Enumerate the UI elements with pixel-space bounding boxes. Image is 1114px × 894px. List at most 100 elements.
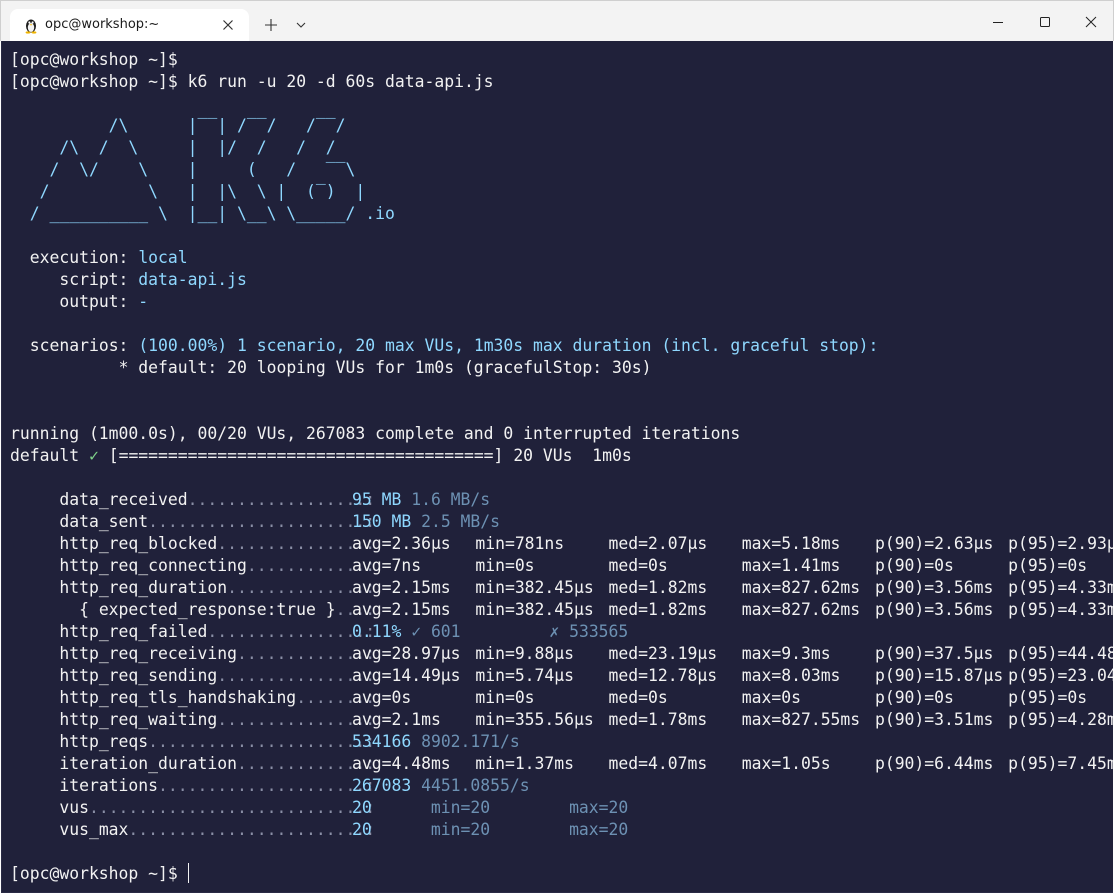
- metric-name: http_req_tls_handshaking: [59, 688, 297, 707]
- metric-value: avg=14.49µs: [352, 666, 461, 685]
- metric-dots: ......................:: [148, 732, 376, 751]
- metric-value: 534166: [352, 732, 412, 751]
- metric-value: min=355.56µs: [475, 710, 594, 729]
- metric-value: min=781ns: [475, 534, 565, 553]
- metric-value: p(95)=23.04µs: [1008, 666, 1113, 685]
- metric-value: max=20: [569, 820, 629, 839]
- metric-values: avg=2.1ms min=355.56µs med=1.78ms max=827.5…: [352, 709, 1113, 731]
- metric-values: avg=4.48ms min=1.37ms med=4.07ms max=1.05s p…: [352, 753, 1113, 775]
- tab-terminal[interactable]: opc@workshop:~: [10, 9, 249, 42]
- metric-dots: ......................:: [148, 512, 376, 531]
- output-value: -: [138, 292, 149, 311]
- running-status: running (1m00.0s), 00/20 VUs, 267083 com…: [10, 424, 741, 443]
- metric-row: iteration_duration.............: avg=4.4…: [10, 753, 1113, 775]
- progress-line: default ✓ [=============================…: [10, 445, 632, 467]
- scenarios-value: (100.00%) 1 scenario, 20 max VUs, 1m30s …: [138, 336, 879, 355]
- metric-value: avg=2.15ms: [352, 578, 451, 597]
- metric-name: data_received: [59, 490, 188, 509]
- metric-value: max=827.62ms: [741, 578, 861, 597]
- metric-name: vus_max: [59, 820, 129, 839]
- metric-value: avg=0s: [352, 688, 412, 707]
- metric-value: max=8.03ms: [741, 666, 841, 685]
- metric-name: http_req_duration: [59, 578, 228, 597]
- metric-value: 2.5 MB/s: [421, 512, 501, 531]
- execution-line: execution: local: [10, 247, 188, 269]
- progress-vus: 20 VUs: [513, 446, 573, 465]
- command-text: k6 run -u 20 -d 60s data-api.js: [187, 72, 494, 91]
- metric-value: p(95)=0s: [1008, 688, 1088, 707]
- metric-row: data_sent......................: 150 MB 2…: [10, 511, 500, 533]
- metric-row: http_req_blocked...............: avg=2.3…: [10, 533, 1113, 555]
- metric-value: 4451.0855/s: [421, 776, 530, 795]
- metric-value: p(90)=3.51ms: [874, 710, 994, 729]
- check-icon: ✓: [88, 446, 99, 465]
- metric-value: max=20: [569, 798, 629, 817]
- output-label: output:: [59, 292, 129, 311]
- metric-name: http_reqs: [59, 732, 149, 751]
- metric-value: med=12.78µs: [608, 666, 718, 685]
- metric-value: max=827.62ms: [741, 600, 861, 619]
- metric-value: p(95)=2.93µs: [1008, 534, 1113, 553]
- metric-values: avg=14.49µs min=5.74µs med=12.78µs max=8.03…: [352, 665, 1113, 687]
- prompt: [opc@workshop ~]$: [10, 72, 178, 91]
- metric-value: min=382.45µs: [475, 600, 594, 619]
- scenario-name: default: [10, 446, 80, 465]
- metric-value: med=0s: [608, 556, 668, 575]
- metric-row: http_reqs......................: 534166 8…: [10, 731, 519, 753]
- title-bar: opc@workshop:~: [0, 0, 1114, 42]
- metric-value: max=1.41ms: [741, 556, 841, 575]
- metric-value: p(90)=3.56ms: [874, 578, 994, 597]
- metric-value: avg=2.1ms: [352, 710, 441, 729]
- metric-row: { expected_response:true }...: avg=2.15m…: [10, 599, 1113, 621]
- tab-title: opc@workshop:~: [45, 17, 160, 32]
- metric-row: http_req_failed................: 0.11% ✓ …: [10, 621, 628, 643]
- script-line: script: data-api.js: [10, 269, 247, 291]
- metric-row: http_req_connecting............: avg=7ns…: [10, 555, 1087, 577]
- metric-value: avg=2.15ms: [352, 600, 451, 619]
- metric-values: avg=2.15ms min=382.45µs med=1.82ms max=827.…: [352, 599, 1113, 621]
- metric-row: http_req_receiving.............: avg=28.…: [10, 643, 1113, 665]
- plus-icon[interactable]: [263, 17, 279, 33]
- execution-value: local: [138, 248, 188, 267]
- metric-values: avg=0s min=0s med=0s max=0s p(90)=0s p(95)=0s: [352, 687, 1113, 709]
- metric-name: http_req_blocked: [59, 534, 218, 553]
- metric-values: avg=28.97µs min=9.88µs med=23.19µs max=9.3m…: [352, 643, 1113, 665]
- metric-value: p(90)=15.87µs: [874, 666, 1004, 685]
- metric-value: p(90)=37.5µs: [874, 644, 994, 663]
- metric-value: avg=28.97µs: [352, 644, 461, 663]
- metric-row: http_req_tls_handshaking.......: avg=0s m…: [10, 687, 1087, 709]
- metric-name: iterations: [59, 776, 159, 795]
- prompt: [opc@workshop ~]$: [10, 864, 178, 883]
- metric-value: max=1.05s: [741, 754, 831, 773]
- metric-name: http_req_receiving: [59, 644, 237, 663]
- metric-values: 150 MB 2.5 MB/s: [352, 511, 500, 533]
- close-window-icon[interactable]: [1081, 12, 1101, 32]
- metric-value: max=827.55ms: [741, 710, 861, 729]
- metric-values: 267083 4451.0855/s: [352, 775, 530, 797]
- final-prompt-line[interactable]: [opc@workshop ~]$: [10, 863, 189, 885]
- metric-value: max=0s: [741, 688, 801, 707]
- close-icon[interactable]: [220, 17, 236, 33]
- k6-logo-line: / \/ \ | ( / ‾‾\: [10, 160, 356, 179]
- scenario-detail: * default: 20 looping VUs for 1m0s (grac…: [118, 358, 652, 377]
- chevron-down-icon[interactable]: [294, 18, 308, 32]
- metric-value: min=382.45µs: [475, 578, 594, 597]
- metric-values: 534166 8902.171/s: [352, 731, 520, 753]
- metric-values: avg=2.15ms min=382.45µs med=1.82ms max=827.…: [352, 577, 1113, 599]
- progress-duration: 1m0s: [592, 446, 632, 465]
- metric-value: min=9.88µs: [475, 644, 575, 663]
- command-line: [opc@workshop ~]$ k6 run -u 20 -d 60s da…: [10, 71, 494, 93]
- metric-value: min=1.37ms: [475, 754, 575, 773]
- metric-value: min=5.74µs: [475, 666, 575, 685]
- terminal-output[interactable]: [opc@workshop ~]$ [opc@workshop ~]$ k6 r…: [1, 41, 1113, 893]
- metric-values: avg=7ns min=0s med=0s max=1.41ms p(90)=0s p(9…: [352, 555, 1113, 577]
- metric-dots: ..................:: [187, 490, 376, 509]
- minimize-icon[interactable]: [988, 12, 1008, 32]
- metric-value: avg=2.36µs: [352, 534, 451, 553]
- metric-name: http_req_failed: [59, 622, 208, 641]
- metric-dots: .....................:: [158, 776, 376, 795]
- k6-logo-line: / \ | |\ \ | (‾) |: [10, 182, 366, 201]
- maximize-icon[interactable]: [1035, 12, 1055, 32]
- metric-value: 267083: [352, 776, 412, 795]
- k6-logo-line: / __________ \ |__| \__\ \_____/ .io: [10, 204, 395, 223]
